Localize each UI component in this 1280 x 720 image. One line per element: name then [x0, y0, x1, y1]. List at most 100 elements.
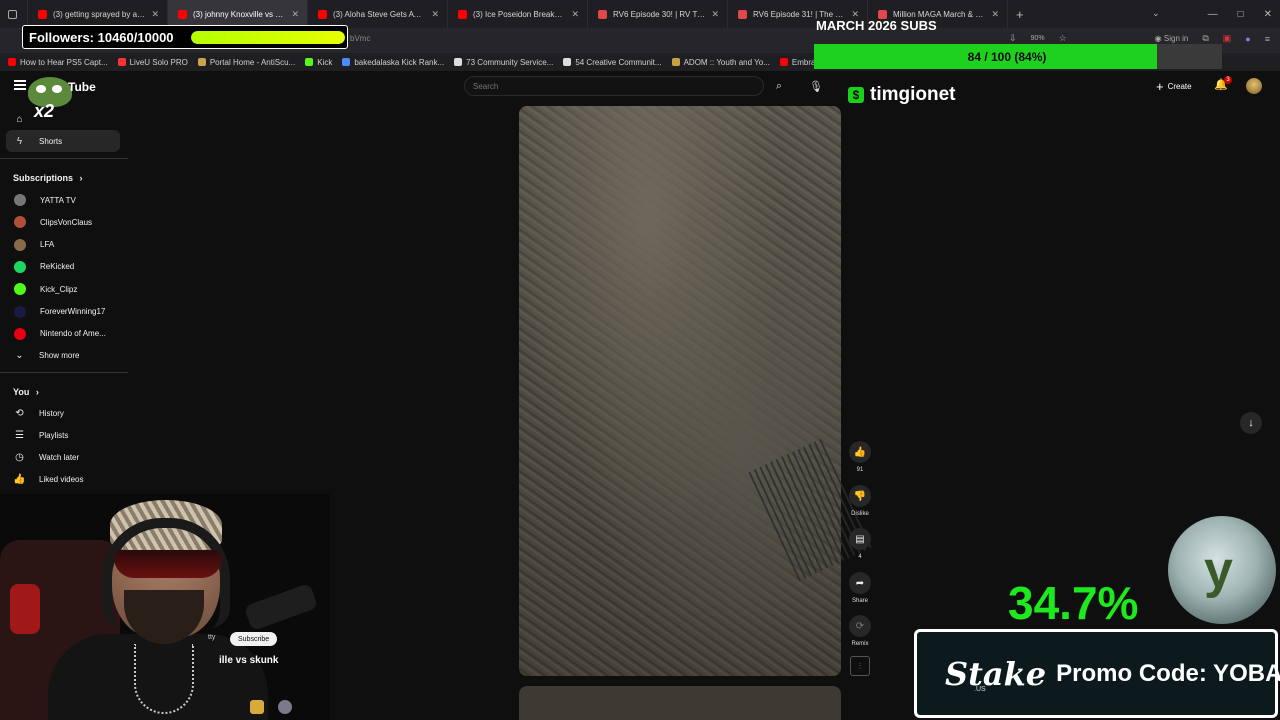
- bookmark-item[interactable]: 54 Creative Communit...: [563, 57, 662, 67]
- show-more-button[interactable]: ⌄ Show more: [6, 344, 120, 366]
- channel-watermark: $ timgionet: [848, 84, 956, 106]
- subscription-item[interactable]: Nintendo of Ame...: [6, 323, 120, 345]
- bookmark-item[interactable]: bakedalaska Kick Rank...: [342, 58, 444, 67]
- subscription-item[interactable]: LFA: [6, 234, 120, 256]
- bookmark-favicon-icon: [454, 58, 463, 66]
- remix-label: Remix: [851, 641, 869, 647]
- tab-favicon-icon: [38, 9, 47, 19]
- subscriptions-title: Subscriptions: [13, 173, 74, 183]
- tab-close-icon[interactable]: ✕: [571, 9, 579, 20]
- dislike-label: Dislike: [851, 511, 869, 517]
- comment-icon[interactable]: ▤: [849, 528, 871, 550]
- channel-avatar: [14, 327, 26, 340]
- subscription-item[interactable]: ForeverWinning17: [6, 301, 120, 323]
- like-action[interactable]: 👍 91: [848, 441, 872, 473]
- chevron-right-icon: ›: [79, 173, 83, 183]
- browser-tab[interactable]: RV6 Episode 30! | RV Trip Over! ✕: [588, 0, 728, 28]
- dislike-action[interactable]: 👎 Dislike: [848, 485, 872, 517]
- history-icon: ⟲: [15, 407, 24, 419]
- profile-icon[interactable]: ●: [1245, 34, 1250, 44]
- pepe-eye: [52, 85, 62, 93]
- sidebar-item-watch-later[interactable]: ◷ Watch later: [6, 447, 120, 469]
- app-icon[interactable]: [278, 700, 292, 714]
- bookmark-item[interactable]: Portal Home - AntiScu...: [197, 58, 295, 67]
- youtube-logo[interactable]: Tube: [68, 80, 96, 94]
- bookmark-label: Kick: [317, 57, 333, 67]
- comment-count: 4: [858, 554, 862, 560]
- tab-favicon-icon: [178, 9, 187, 19]
- sidebar-item-label: Shorts: [39, 136, 63, 146]
- subscription-item[interactable]: YATTA TV: [6, 189, 120, 211]
- bookmark-favicon-icon: [305, 58, 314, 66]
- sidebar-item-home[interactable]: ⌂: [6, 108, 120, 130]
- bookmark-item[interactable]: How to Hear PS5 Capt...: [8, 58, 108, 67]
- search-input[interactable]: [473, 81, 733, 91]
- bookmark-item[interactable]: 73 Community Service...: [454, 58, 553, 67]
- subscribe-button[interactable]: Subscribe: [230, 632, 278, 646]
- bookmark-favicon-icon: [779, 58, 788, 66]
- search-icon[interactable]: ⌕: [766, 76, 792, 96]
- next-short-preview[interactable]: [519, 686, 841, 720]
- sidebar-item-liked-videos[interactable]: 👍 Liked videos: [6, 469, 120, 491]
- microphone-icon[interactable]: 🎙: [806, 76, 826, 96]
- url-text[interactable]: bVmc: [350, 34, 370, 43]
- tab-close-icon[interactable]: ✕: [151, 9, 159, 20]
- share-action[interactable]: ➦ Share: [848, 572, 872, 604]
- close-window-button[interactable]: ✕: [1264, 9, 1272, 20]
- bookmark-label: 54 Creative Communit...: [575, 57, 662, 67]
- subscription-item[interactable]: ReKicked: [6, 256, 120, 278]
- tab-close-icon[interactable]: ✕: [291, 9, 299, 20]
- bookmark-item[interactable]: LiveU Solo PRO: [117, 57, 188, 67]
- extension-badge-icon[interactable]: ▣: [1223, 33, 1232, 44]
- comments-action[interactable]: ▤ 4: [848, 528, 872, 560]
- menu-icon[interactable]: [14, 80, 26, 90]
- audio-waveform-icon[interactable]: ⫶: [850, 656, 870, 676]
- short-video-player[interactable]: [519, 106, 841, 676]
- thumbs-down-icon[interactable]: 👎: [849, 485, 871, 507]
- tab-favicon-icon: [318, 9, 327, 19]
- remix-action[interactable]: ⟳ Remix: [848, 615, 872, 647]
- browser-tab[interactable]: (3) Aloha Steve Gets ATTACKED ✕: [308, 0, 448, 28]
- share-icon[interactable]: ➦: [849, 572, 871, 594]
- remix-icon[interactable]: ⟳: [849, 615, 871, 637]
- subscription-item[interactable]: ClipsVonClaus: [6, 211, 120, 233]
- arrow-down-icon[interactable]: ↓: [1240, 412, 1262, 434]
- subscription-label: Nintendo of Ame...: [40, 329, 106, 339]
- tab-close-icon[interactable]: ✕: [711, 9, 719, 20]
- browser-tab[interactable]: (3) Ice Poseidon Breaks Down ✕: [448, 0, 588, 28]
- browser-tab[interactable]: [0, 0, 28, 28]
- thumbs-up-icon[interactable]: 👍: [849, 441, 871, 463]
- folder-icon[interactable]: [250, 700, 264, 714]
- subscription-label: LFA: [40, 240, 55, 250]
- bookmark-item[interactable]: ADOM :: Youth and Yo...: [671, 57, 770, 67]
- bookmark-label: 73 Community Service...: [466, 57, 554, 67]
- search-box[interactable]: [464, 76, 764, 96]
- subscription-label: ReKicked: [40, 262, 75, 272]
- create-button[interactable]: + Create: [1156, 77, 1192, 95]
- bookmark-label: ADOM :: Youth and Yo...: [683, 57, 770, 67]
- like-count: 91: [856, 467, 864, 473]
- subscription-label: Kick_Clipz: [40, 284, 78, 294]
- maximize-button[interactable]: □: [1238, 9, 1244, 20]
- plus-icon: +: [1156, 78, 1164, 94]
- bookmark-label: LiveU Solo PRO: [129, 57, 188, 67]
- channel-name: timgionet: [870, 84, 956, 105]
- sidebar-item-playlists[interactable]: ☰ Playlists: [6, 424, 120, 446]
- sidebar-item-shorts[interactable]: ϟ Shorts: [6, 130, 120, 152]
- bookmark-item[interactable]: Kick: [305, 58, 332, 67]
- you-heading[interactable]: You ›: [13, 387, 39, 397]
- bookmark-favicon-icon: [342, 58, 351, 66]
- browser-menu-icon[interactable]: ≡: [1265, 34, 1270, 44]
- subscriptions-heading[interactable]: Subscriptions ›: [13, 173, 83, 183]
- browser-tab[interactable]: (3) johnny Knoxville vs skunk ✕: [168, 0, 308, 28]
- tab-close-icon[interactable]: ✕: [431, 9, 439, 20]
- subscription-item[interactable]: Kick_Clipz: [6, 278, 120, 300]
- chevron-down-icon: ⌄: [15, 349, 24, 361]
- avatar[interactable]: [1246, 78, 1262, 94]
- sidebar-item-history[interactable]: ⟲ History: [6, 402, 120, 424]
- sidebar-divider: [0, 158, 128, 159]
- audio-action[interactable]: ⫶: [848, 656, 872, 676]
- tab-favicon-icon: [458, 9, 467, 19]
- tab-favicon-icon: [598, 9, 607, 19]
- browser-tab[interactable]: (3) getting sprayed by a skunk ✕: [28, 0, 168, 28]
